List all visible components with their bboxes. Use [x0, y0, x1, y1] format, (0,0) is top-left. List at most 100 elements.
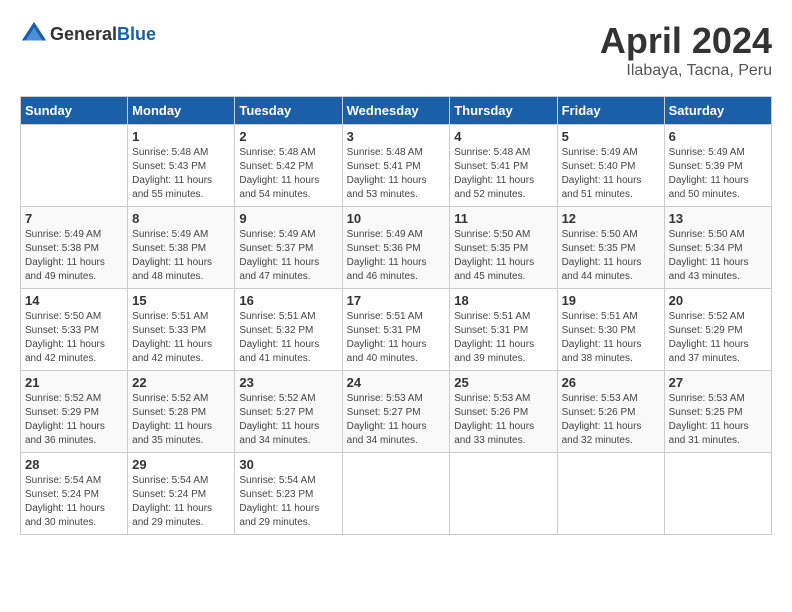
day-number: 18: [454, 293, 552, 308]
calendar-cell: 5 Sunrise: 5:49 AMSunset: 5:40 PMDaylight…: [557, 125, 664, 207]
day-info: Sunrise: 5:50 AMSunset: 5:34 PMDaylight:…: [669, 228, 767, 284]
day-number: 22: [132, 375, 230, 390]
day-info: Sunrise: 5:52 AMSunset: 5:28 PMDaylight:…: [132, 392, 230, 448]
day-number: 10: [347, 211, 446, 226]
calendar-cell: [664, 453, 771, 535]
calendar-cell: [342, 453, 450, 535]
calendar-day-header: Saturday: [664, 97, 771, 125]
day-info: Sunrise: 5:51 AMSunset: 5:30 PMDaylight:…: [562, 310, 660, 366]
calendar-day-header: Tuesday: [235, 97, 342, 125]
day-number: 26: [562, 375, 660, 390]
day-number: 24: [347, 375, 446, 390]
calendar-cell: 3 Sunrise: 5:48 AMSunset: 5:41 PMDaylight…: [342, 125, 450, 207]
calendar-week-row: 1 Sunrise: 5:48 AMSunset: 5:43 PMDaylight…: [21, 125, 772, 207]
calendar-table: SundayMondayTuesdayWednesdayThursdayFrid…: [20, 96, 772, 535]
day-number: 25: [454, 375, 552, 390]
calendar-cell: 20 Sunrise: 5:52 AMSunset: 5:29 PMDayligh…: [664, 289, 771, 371]
calendar-week-row: 7 Sunrise: 5:49 AMSunset: 5:38 PMDaylight…: [21, 207, 772, 289]
calendar-cell: 28 Sunrise: 5:54 AMSunset: 5:24 PMDayligh…: [21, 453, 128, 535]
logo: GeneralBlue: [20, 20, 156, 48]
calendar-day-header: Wednesday: [342, 97, 450, 125]
calendar-cell: 4 Sunrise: 5:48 AMSunset: 5:41 PMDaylight…: [450, 125, 557, 207]
title-block: April 2024 Ilabaya, Tacna, Peru: [600, 20, 772, 80]
calendar-cell: 7Sunrise: 5:49 AMSunset: 5:38 PMDaylight…: [21, 207, 128, 289]
calendar-cell: 9Sunrise: 5:49 AMSunset: 5:37 PMDaylight…: [235, 207, 342, 289]
day-info: Sunrise: 5:49 AMSunset: 5:37 PMDaylight:…: [239, 228, 337, 284]
day-info: Sunrise: 5:53 AMSunset: 5:27 PMDaylight:…: [347, 392, 446, 448]
day-info: Sunrise: 5:53 AMSunset: 5:26 PMDaylight:…: [454, 392, 552, 448]
day-number: 6: [669, 129, 767, 144]
calendar-cell: 25 Sunrise: 5:53 AMSunset: 5:26 PMDayligh…: [450, 371, 557, 453]
calendar-cell: 19 Sunrise: 5:51 AMSunset: 5:30 PMDayligh…: [557, 289, 664, 371]
day-number: 28: [25, 457, 123, 472]
page-header: GeneralBlue April 2024 Ilabaya, Tacna, P…: [20, 20, 772, 80]
day-info: Sunrise: 5:53 AMSunset: 5:25 PMDaylight:…: [669, 392, 767, 448]
calendar-cell: 27 Sunrise: 5:53 AMSunset: 5:25 PMDayligh…: [664, 371, 771, 453]
calendar-cell: [450, 453, 557, 535]
day-number: 7: [25, 211, 123, 226]
calendar-cell: 26 Sunrise: 5:53 AMSunset: 5:26 PMDayligh…: [557, 371, 664, 453]
day-info: Sunrise: 5:48 AMSunset: 5:41 PMDaylight:…: [454, 146, 552, 202]
calendar-day-header: Sunday: [21, 97, 128, 125]
day-info: Sunrise: 5:52 AMSunset: 5:27 PMDaylight:…: [239, 392, 337, 448]
day-info: Sunrise: 5:54 AMSunset: 5:24 PMDaylight:…: [132, 474, 230, 530]
day-info: Sunrise: 5:53 AMSunset: 5:26 PMDaylight:…: [562, 392, 660, 448]
day-info: Sunrise: 5:52 AMSunset: 5:29 PMDaylight:…: [25, 392, 123, 448]
calendar-day-header: Monday: [128, 97, 235, 125]
day-info: Sunrise: 5:48 AMSunset: 5:41 PMDaylight:…: [347, 146, 446, 202]
day-number: 13: [669, 211, 767, 226]
calendar-cell: 6 Sunrise: 5:49 AMSunset: 5:39 PMDaylight…: [664, 125, 771, 207]
calendar-cell: [557, 453, 664, 535]
calendar-body: 1 Sunrise: 5:48 AMSunset: 5:43 PMDaylight…: [21, 125, 772, 535]
calendar-week-row: 14 Sunrise: 5:50 AMSunset: 5:33 PMDayligh…: [21, 289, 772, 371]
day-number: 16: [239, 293, 337, 308]
day-info: Sunrise: 5:50 AMSunset: 5:35 PMDaylight:…: [454, 228, 552, 284]
calendar-cell: 24 Sunrise: 5:53 AMSunset: 5:27 PMDayligh…: [342, 371, 450, 453]
calendar-cell: 11Sunrise: 5:50 AMSunset: 5:35 PMDayligh…: [450, 207, 557, 289]
day-number: 1: [132, 129, 230, 144]
calendar-day-header: Thursday: [450, 97, 557, 125]
day-number: 29: [132, 457, 230, 472]
calendar-cell: 18Sunrise: 5:51 AMSunset: 5:31 PMDayligh…: [450, 289, 557, 371]
day-number: 20: [669, 293, 767, 308]
logo-text-general: General: [50, 24, 117, 44]
day-info: Sunrise: 5:54 AMSunset: 5:24 PMDaylight:…: [25, 474, 123, 530]
day-info: Sunrise: 5:49 AMSunset: 5:39 PMDaylight:…: [669, 146, 767, 202]
day-info: Sunrise: 5:52 AMSunset: 5:29 PMDaylight:…: [669, 310, 767, 366]
day-number: 5: [562, 129, 660, 144]
calendar-week-row: 28 Sunrise: 5:54 AMSunset: 5:24 PMDayligh…: [21, 453, 772, 535]
calendar-cell: 10 Sunrise: 5:49 AMSunset: 5:36 PMDayligh…: [342, 207, 450, 289]
day-number: 19: [562, 293, 660, 308]
day-number: 4: [454, 129, 552, 144]
day-info: Sunrise: 5:54 AMSunset: 5:23 PMDaylight:…: [239, 474, 337, 530]
day-info: Sunrise: 5:48 AMSunset: 5:43 PMDaylight:…: [132, 146, 230, 202]
calendar-cell: 21 Sunrise: 5:52 AMSunset: 5:29 PMDayligh…: [21, 371, 128, 453]
day-number: 12: [562, 211, 660, 226]
calendar-cell: 30 Sunrise: 5:54 AMSunset: 5:23 PMDayligh…: [235, 453, 342, 535]
day-number: 23: [239, 375, 337, 390]
day-info: Sunrise: 5:49 AMSunset: 5:38 PMDaylight:…: [132, 228, 230, 284]
day-number: 27: [669, 375, 767, 390]
calendar-day-header: Friday: [557, 97, 664, 125]
calendar-cell: 22 Sunrise: 5:52 AMSunset: 5:28 PMDayligh…: [128, 371, 235, 453]
day-info: Sunrise: 5:49 AMSunset: 5:40 PMDaylight:…: [562, 146, 660, 202]
calendar-cell: 15Sunrise: 5:51 AMSunset: 5:33 PMDayligh…: [128, 289, 235, 371]
day-number: 3: [347, 129, 446, 144]
day-info: Sunrise: 5:48 AMSunset: 5:42 PMDaylight:…: [239, 146, 337, 202]
logo-text-blue: Blue: [117, 24, 156, 44]
calendar-cell: 13 Sunrise: 5:50 AMSunset: 5:34 PMDayligh…: [664, 207, 771, 289]
logo-icon: [20, 20, 48, 48]
day-info: Sunrise: 5:51 AMSunset: 5:33 PMDaylight:…: [132, 310, 230, 366]
day-info: Sunrise: 5:50 AMSunset: 5:33 PMDaylight:…: [25, 310, 123, 366]
day-number: 14: [25, 293, 123, 308]
day-info: Sunrise: 5:49 AMSunset: 5:36 PMDaylight:…: [347, 228, 446, 284]
calendar-cell: 29 Sunrise: 5:54 AMSunset: 5:24 PMDayligh…: [128, 453, 235, 535]
day-number: 30: [239, 457, 337, 472]
calendar-cell: 17Sunrise: 5:51 AMSunset: 5:31 PMDayligh…: [342, 289, 450, 371]
calendar-title: April 2024: [600, 20, 772, 62]
calendar-header-row: SundayMondayTuesdayWednesdayThursdayFrid…: [21, 97, 772, 125]
calendar-cell: 8Sunrise: 5:49 AMSunset: 5:38 PMDaylight…: [128, 207, 235, 289]
calendar-cell: 1 Sunrise: 5:48 AMSunset: 5:43 PMDaylight…: [128, 125, 235, 207]
day-number: 21: [25, 375, 123, 390]
day-number: 17: [347, 293, 446, 308]
